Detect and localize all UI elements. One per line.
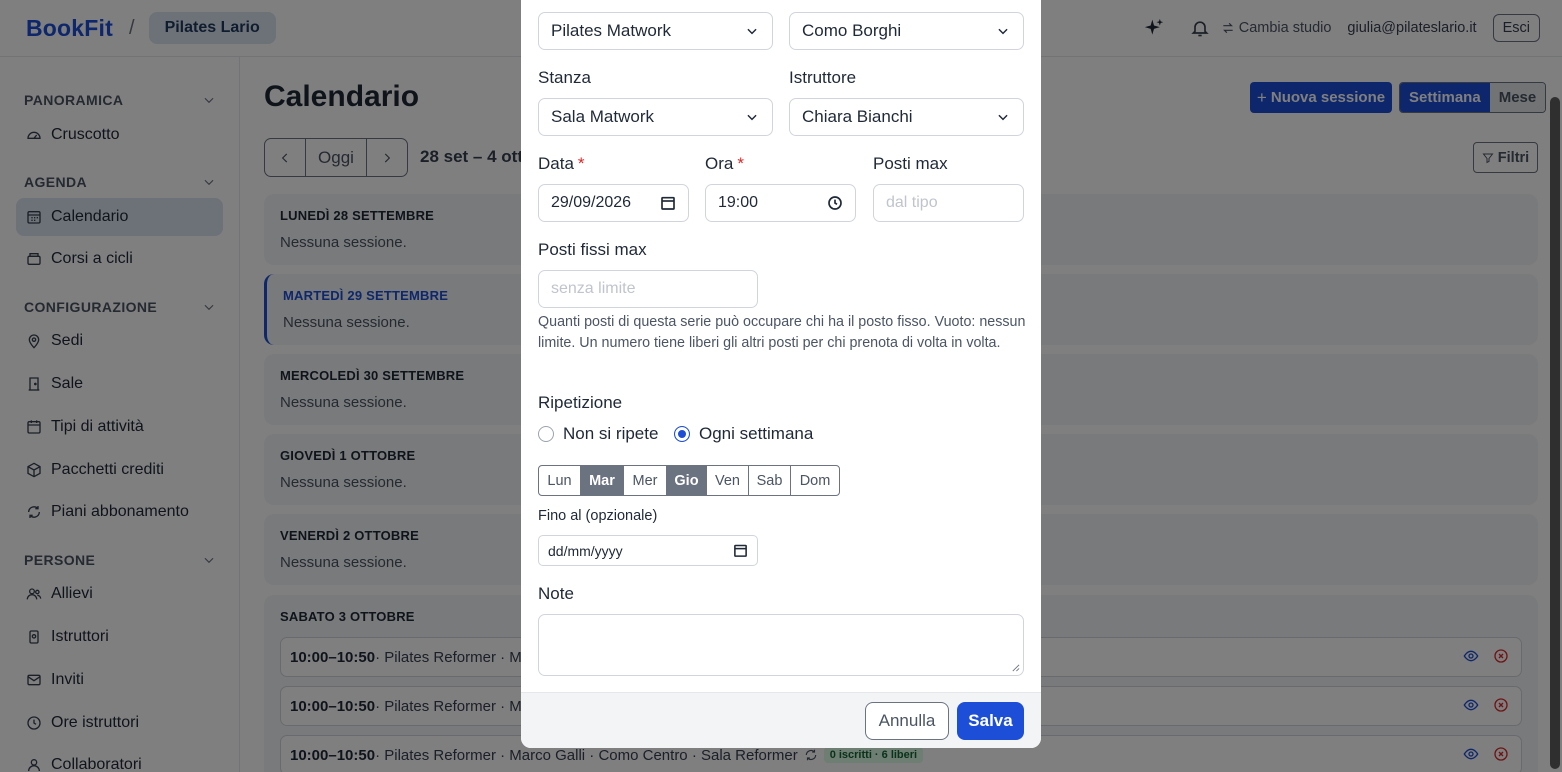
- notes-label: Note: [538, 584, 574, 603]
- until-label: Fino al (opzionale): [538, 508, 658, 524]
- weekday-lun[interactable]: Lun: [539, 466, 581, 495]
- room-label: Stanza: [538, 68, 591, 87]
- notes-textarea[interactable]: [538, 614, 1024, 676]
- clock-icon[interactable]: [827, 195, 843, 211]
- time-label: Ora *: [705, 154, 744, 174]
- calendar-icon[interactable]: [660, 195, 676, 211]
- time-value: 19:00: [718, 194, 759, 211]
- weekday-dom[interactable]: Dom: [791, 466, 839, 495]
- fixed-seats-help: Quanti posti di questa serie può occupar…: [538, 314, 1026, 351]
- chevron-down-icon: [998, 28, 1008, 35]
- weekday-selector: Lun Mar Mer Gio Ven Sab Dom: [538, 465, 840, 496]
- session-modal: Pilates Matwork Como Borghi Stanza Istru…: [521, 0, 1041, 748]
- location-select[interactable]: Como Borghi: [789, 12, 1024, 50]
- date-label-text: Data: [538, 154, 574, 173]
- chevron-down-icon: [998, 114, 1008, 121]
- date-label: Data *: [538, 154, 585, 174]
- required-mark: *: [577, 154, 585, 173]
- time-input[interactable]: 19:00: [705, 184, 856, 222]
- activity-type-select[interactable]: Pilates Matwork: [538, 12, 773, 50]
- chevron-down-icon: [747, 28, 757, 35]
- instructor-value: Chiara Bianchi: [802, 107, 913, 126]
- weekday-mer[interactable]: Mer: [624, 466, 667, 495]
- until-date-input[interactable]: dd/mm/yyyy: [538, 535, 758, 566]
- location-value: Como Borghi: [802, 21, 902, 40]
- cancel-button[interactable]: Annulla: [865, 702, 949, 740]
- time-label-text: Ora: [705, 154, 734, 173]
- until-placeholder: dd/mm/yyyy: [548, 542, 623, 559]
- fixed-seats-input[interactable]: senza limite: [538, 270, 758, 308]
- date-value: 29/09/2026: [551, 194, 632, 211]
- weekday-gio[interactable]: Gio: [667, 466, 707, 495]
- calendar-icon[interactable]: [733, 543, 748, 558]
- instructor-label: Istruttore: [789, 68, 857, 87]
- room-select[interactable]: Sala Matwork: [538, 98, 773, 136]
- fixed-seats-label: Posti fissi max: [538, 240, 647, 259]
- repeat-weekly-label: Ogni settimana: [699, 424, 814, 443]
- weekday-sab[interactable]: Sab: [749, 466, 791, 495]
- radio-checked[interactable]: [674, 426, 690, 442]
- repeat-weekly-option[interactable]: Ogni settimana: [674, 424, 813, 444]
- weekday-ven[interactable]: Ven: [707, 466, 749, 495]
- repeat-none-label: Non si ripete: [563, 424, 659, 443]
- repeat-label: Ripetizione: [538, 393, 623, 412]
- save-button[interactable]: Salva: [957, 702, 1024, 740]
- required-mark: *: [737, 154, 744, 173]
- max-seats-label: Posti max: [873, 154, 948, 173]
- modal-footer: Annulla Salva: [521, 692, 1041, 748]
- repeat-none-option[interactable]: Non si ripete: [538, 424, 658, 444]
- max-seats-input[interactable]: dal tipo: [873, 184, 1024, 222]
- radio-unchecked[interactable]: [538, 426, 554, 442]
- weekday-mar[interactable]: Mar: [581, 466, 624, 495]
- activity-type-value: Pilates Matwork: [551, 21, 671, 40]
- max-seats-placeholder: dal tipo: [886, 194, 938, 211]
- date-input[interactable]: 29/09/2026: [538, 184, 689, 222]
- chevron-down-icon: [747, 114, 757, 121]
- instructor-select[interactable]: Chiara Bianchi: [789, 98, 1024, 136]
- fixed-seats-placeholder: senza limite: [551, 280, 636, 297]
- room-value: Sala Matwork: [551, 107, 654, 126]
- resize-handle-icon[interactable]: [1011, 663, 1020, 672]
